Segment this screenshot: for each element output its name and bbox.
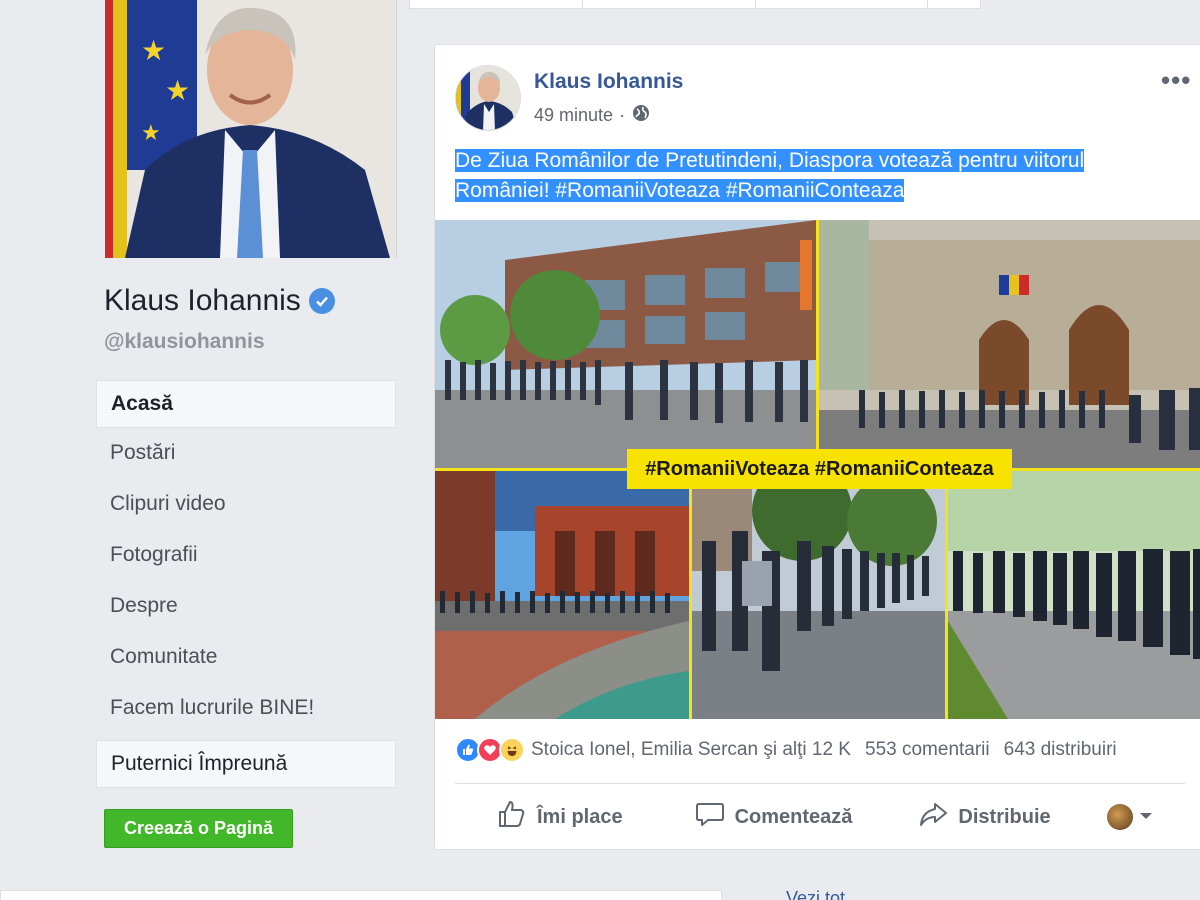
post-author-name[interactable]: Klaus Iohannis: [534, 70, 683, 94]
like-button[interactable]: Îmi place: [497, 799, 623, 835]
nav-item-puternici-impreuna[interactable]: Puternici Împreună: [96, 740, 396, 788]
collage-photo-4[interactable]: [692, 471, 945, 719]
reaction-names[interactable]: Stoica Ionel, Emilia Sercan şi alţi 12 K: [531, 739, 851, 761]
post-text-line-2: României! #RomaniiVoteaza #RomaniiContea…: [455, 179, 905, 202]
share-arrow-icon: [918, 799, 948, 835]
share-label: Distribuie: [958, 805, 1051, 828]
post-meta: 49 minute ·: [534, 103, 651, 128]
see-all-link[interactable]: Vezi tot: [786, 888, 845, 900]
collage-photo-5[interactable]: [948, 471, 1200, 719]
verified-badge-icon: [308, 288, 335, 314]
page-name-text: Klaus Iohannis: [104, 284, 301, 317]
nav-item-facem-lucrurile-bine[interactable]: Facem lucrurile BINE!: [96, 683, 396, 734]
left-column: ★ ★ ★ Klaus Iohannis @klausiohannis Acas…: [0, 0, 414, 900]
next-card-edge: [0, 890, 722, 900]
reactions-summary: Stoica Ionel, Emilia Sercan şi alţi 12 K…: [455, 735, 1200, 765]
thumbs-up-icon: [497, 799, 527, 835]
caret-down-icon: [1139, 808, 1153, 826]
haha-reaction-icon: [499, 737, 525, 763]
tab-segment[interactable]: [928, 0, 980, 8]
comment-label: Comentează: [734, 805, 853, 828]
nav-item-fotografii[interactable]: Fotografii: [96, 530, 396, 581]
nav-item-postari[interactable]: Postări: [96, 428, 396, 479]
like-label: Îmi place: [537, 805, 623, 828]
create-page-button[interactable]: Creează o Pagină: [104, 809, 293, 848]
nav-item-clipuri-video[interactable]: Clipuri video: [96, 479, 396, 530]
comment-bubble-icon: [695, 799, 725, 835]
actions-divider: [455, 783, 1185, 784]
share-button[interactable]: Distribuie: [918, 799, 1051, 835]
svg-text:★: ★: [141, 120, 161, 145]
hashtag-banner: #RomaniiVoteaza #RomaniiConteaza: [627, 449, 1012, 489]
react-as-selector[interactable]: [1106, 804, 1153, 830]
profile-photo[interactable]: ★ ★ ★: [105, 0, 397, 258]
page-name[interactable]: Klaus Iohannis: [104, 284, 335, 318]
svg-text:★: ★: [141, 35, 166, 66]
post-text: De Ziua Românilor de Pretutindeni, Diasp…: [455, 146, 1175, 206]
comment-button[interactable]: Comentează: [695, 799, 853, 835]
shares-count[interactable]: 643 distribuiri: [1004, 739, 1117, 761]
post-text-line-1: De Ziua Românilor de Pretutindeni, Diasp…: [455, 149, 1085, 172]
svg-text:★: ★: [165, 75, 190, 106]
tab-segment[interactable]: [756, 0, 929, 8]
globe-icon[interactable]: [631, 103, 651, 128]
collage-photo-1[interactable]: [435, 220, 816, 468]
page-nav: Acasă Postări Clipuri video Fotografii D…: [96, 380, 396, 788]
nav-item-comunitate[interactable]: Comunitate: [96, 632, 396, 683]
tab-segment[interactable]: [583, 0, 756, 8]
comments-count[interactable]: 553 comentarii: [865, 739, 990, 761]
top-tab-strip: [409, 0, 981, 9]
collage-photo-2[interactable]: [819, 220, 1200, 468]
user-avatar: [1106, 804, 1133, 830]
post-author-avatar[interactable]: [455, 65, 521, 131]
nav-item-despre[interactable]: Despre: [96, 581, 396, 632]
post-card: Klaus Iohannis 49 minute · ••• De Ziua R…: [434, 44, 1200, 850]
meta-separator: ·: [619, 105, 626, 125]
post-timestamp[interactable]: 49 minute: [534, 105, 613, 126]
tab-segment[interactable]: [410, 0, 583, 8]
collage-photo-3[interactable]: [435, 471, 689, 719]
page-handle[interactable]: @klausiohannis: [104, 330, 265, 354]
photo-collage[interactable]: #RomaniiVoteaza #RomaniiConteaza: [435, 220, 1200, 719]
post-actions: Îmi place Comentează Distribuie: [455, 793, 1200, 841]
nav-item-acasa[interactable]: Acasă: [96, 380, 396, 428]
post-options-icon[interactable]: •••: [1161, 65, 1191, 96]
reaction-icons[interactable]: [455, 737, 525, 763]
